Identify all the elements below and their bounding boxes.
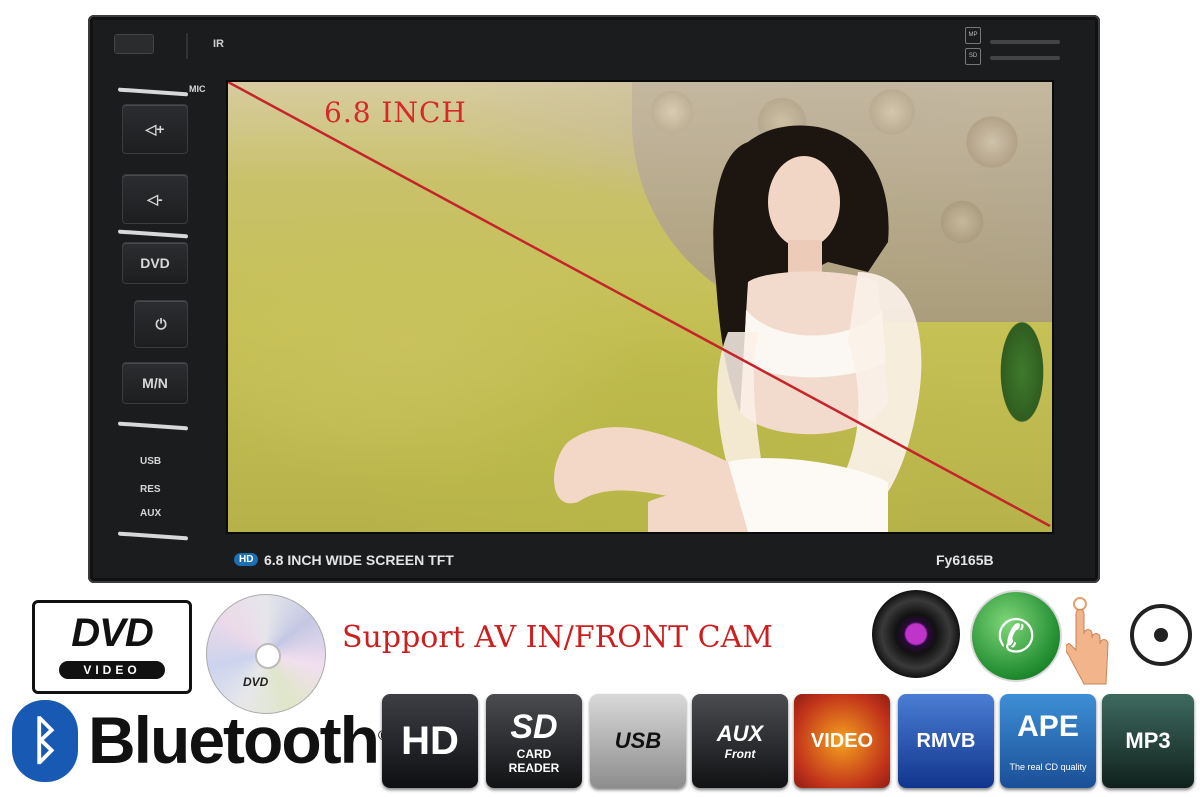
rmvb-badge: RMVB — [898, 694, 994, 788]
eject-button[interactable] — [114, 34, 154, 54]
screen-diagonal-line — [228, 82, 1051, 528]
video-badge: VIDEO — [794, 694, 890, 788]
usb-badge: USB — [590, 694, 686, 788]
panel-accent-line — [118, 531, 188, 541]
mode-button-label: M/N — [142, 375, 168, 391]
hd-badge: HD — [382, 694, 478, 788]
steering-wheel-icon — [1130, 604, 1192, 666]
dvd-logo-sub: VIDEO — [59, 661, 165, 679]
video-badge-label: VIDEO — [810, 729, 874, 752]
phone-call-icon: ✆ — [970, 590, 1062, 682]
touch-screen-icon — [1066, 597, 1109, 685]
sd-card-icon: SD — [965, 48, 981, 65]
aux-badge-label: AUX — [716, 721, 764, 746]
model-description: 6.8 INCH WIDE SCREEN TFT — [264, 552, 454, 568]
panel-accent-line — [118, 229, 188, 239]
dvd-logo-main: DVD — [71, 611, 153, 655]
power-mute-icon: ⏻ — [155, 315, 167, 332]
volume-down-icon: ◁- — [147, 190, 163, 207]
panel-accent-line — [118, 87, 188, 97]
ape-badge: APE The real CD quality — [1000, 694, 1096, 788]
display-screen[interactable]: 6.8 INCH — [226, 80, 1054, 534]
card-slot-top — [990, 40, 1060, 44]
disc-slot — [186, 33, 968, 59]
aux-port-label: AUX — [140, 508, 162, 519]
ape-badge-sub: The real CD quality — [1009, 762, 1087, 772]
aux-front-badge: AUX Front — [692, 694, 788, 788]
disc-label: DVD — [243, 675, 269, 689]
power-mute-button[interactable]: ⏻ — [134, 300, 188, 348]
screen-size-label: 6.8 INCH — [324, 96, 467, 129]
hd-badge-label: HD — [401, 718, 459, 763]
mp3-badge: MP3 — [1102, 694, 1194, 788]
mp-card-icon: MP — [965, 27, 981, 44]
volume-up-icon: ◁+ — [145, 120, 165, 137]
camera-lens-icon — [872, 590, 960, 678]
aux-badge-sub: Front — [724, 747, 756, 761]
sd-badge-logo: SD — [510, 707, 558, 746]
dvd-button-label: DVD — [140, 255, 170, 271]
sd-card-reader-badge: SD CARD READER — [486, 694, 582, 788]
model-number: Fy6165B — [936, 552, 994, 568]
reset-label: RES — [140, 484, 161, 495]
hd-tag: HD — [234, 553, 259, 566]
volume-up-button[interactable]: ◁+ — [122, 104, 188, 154]
bluetooth-icon: ᛒ — [12, 700, 78, 782]
disc-hole — [255, 643, 281, 669]
usb-port-label: USB — [140, 456, 162, 467]
sd-badge-line1: CARD — [516, 746, 552, 761]
ape-badge-label: APE — [1017, 710, 1079, 743]
card-slot-bottom — [990, 56, 1060, 60]
usb-badge-label: USB — [614, 728, 662, 753]
volume-down-button[interactable]: ◁- — [122, 174, 188, 224]
mp3-badge-label: MP3 — [1125, 728, 1171, 753]
panel-accent-line — [118, 421, 188, 431]
ir-label: IR — [213, 38, 224, 50]
card-slot-icons: MP SD — [965, 27, 985, 69]
rmvb-badge-label: RMVB — [916, 729, 976, 752]
dvd-video-logo: DVD VIDEO — [32, 600, 192, 694]
bluetooth-word: Bluetooth — [88, 703, 380, 777]
dvd-disc-icon: DVD — [206, 594, 326, 714]
button-panel: ◁+ ◁- DVD ⏻ M/N USB RES AUX — [112, 82, 196, 566]
dvd-button[interactable]: DVD — [122, 242, 188, 284]
support-av-in-text: Support AV IN/FRONT CAM — [342, 620, 773, 655]
sd-badge-line2: READER — [508, 760, 560, 775]
bluetooth-text: Bluetooth® — [88, 702, 388, 778]
mode-button[interactable]: M/N — [122, 362, 188, 404]
